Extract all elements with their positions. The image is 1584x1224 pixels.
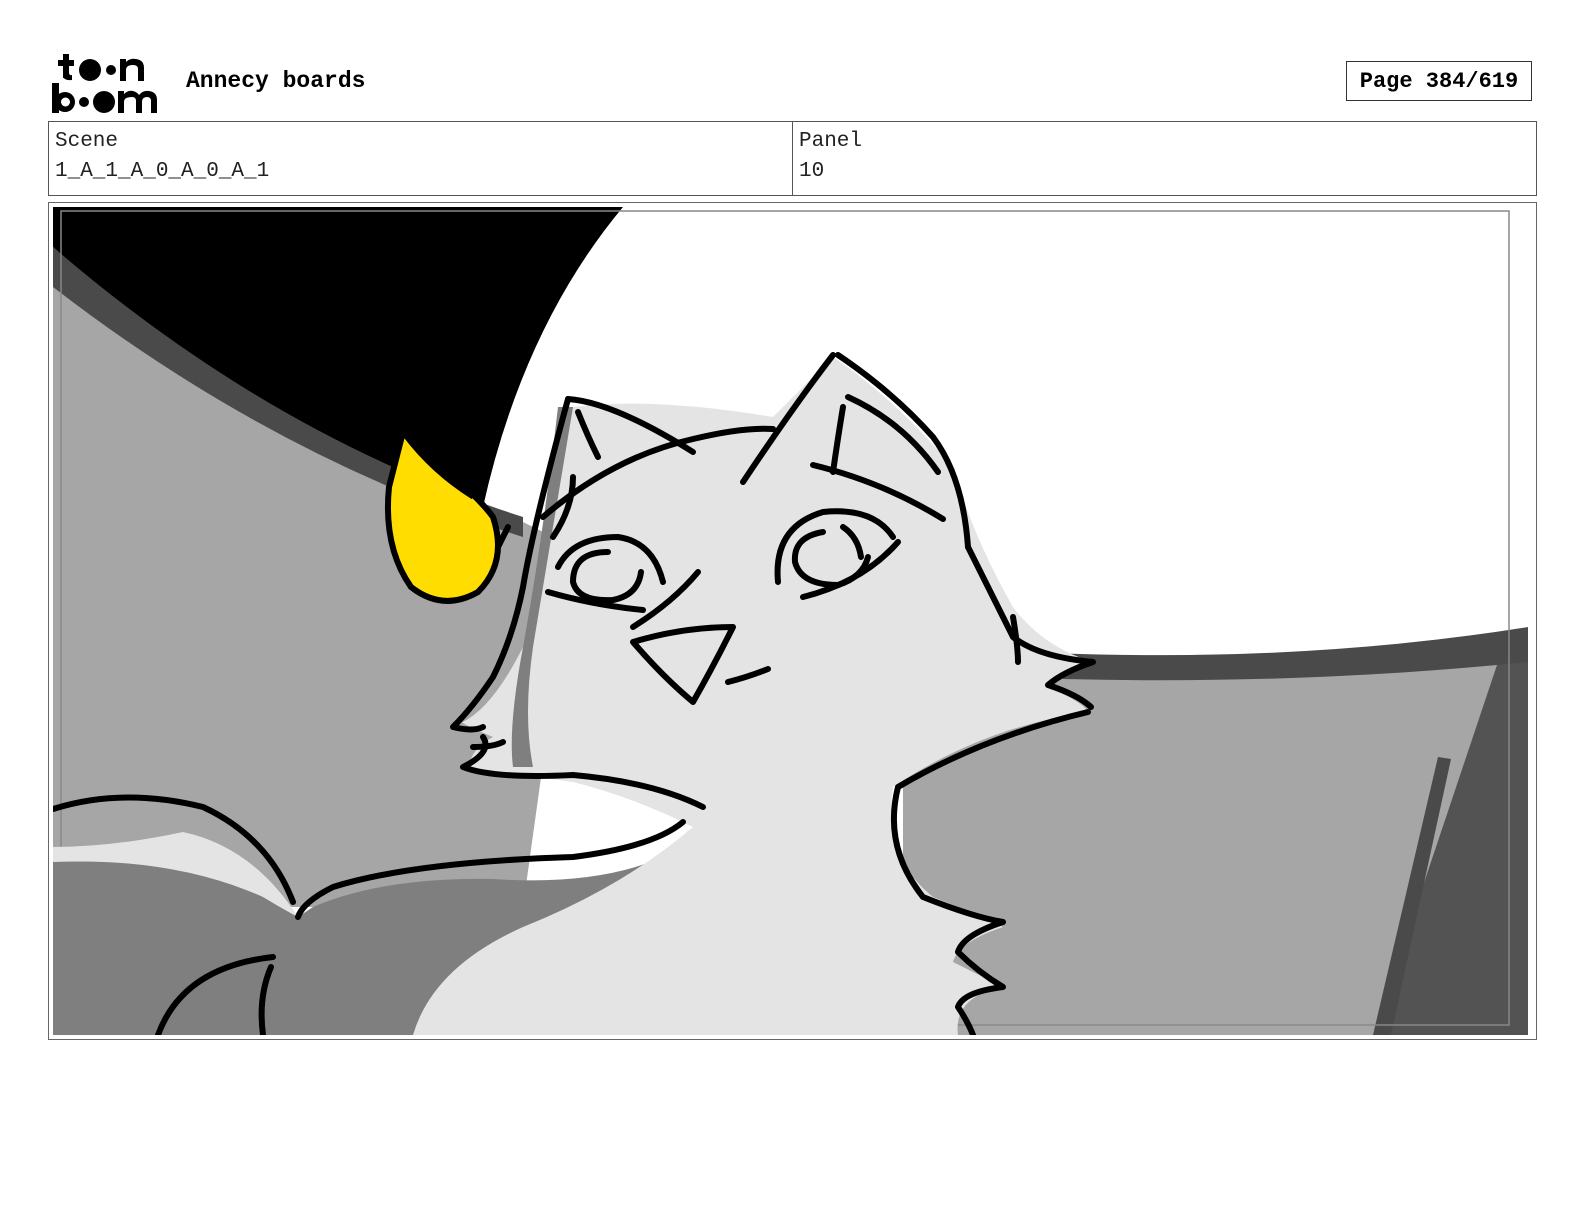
toon-boom-logo — [52, 50, 164, 114]
scene-label: Scene — [55, 130, 119, 153]
panel-cell: Panel 10 — [792, 122, 1536, 195]
scene-cell: Scene 1_A_1_A_0_A_0_A_1 — [49, 122, 792, 195]
page-counter: Page 384/619 — [1346, 61, 1532, 101]
panel-label: Panel — [799, 130, 863, 153]
scene-panel-info: Scene 1_A_1_A_0_A_0_A_1 Panel 10 — [48, 121, 1537, 196]
storyboard-panel-image — [53, 207, 1532, 1035]
app-title: Annecy boards — [186, 68, 366, 94]
panel-value: 10 — [799, 160, 825, 183]
storyboard-panel-frame — [48, 202, 1537, 1040]
scene-value: 1_A_1_A_0_A_0_A_1 — [55, 160, 270, 183]
